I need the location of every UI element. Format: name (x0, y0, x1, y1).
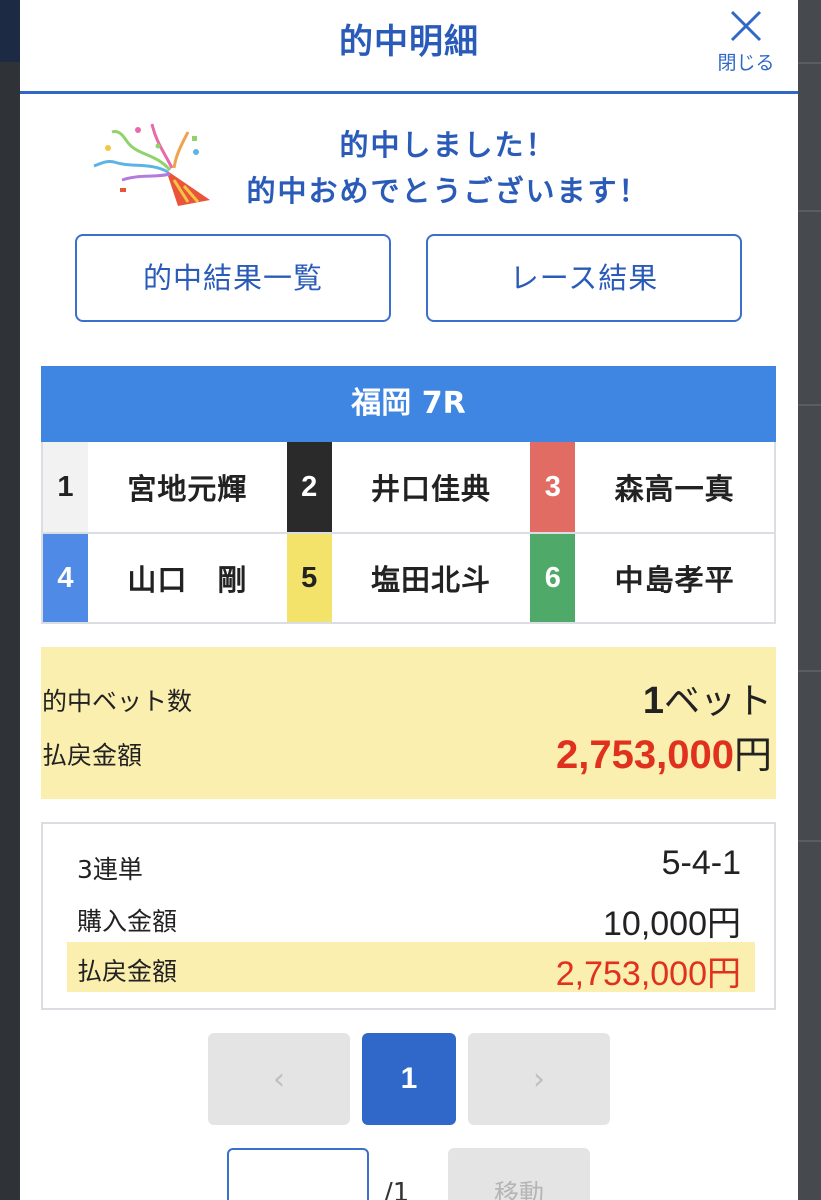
racer-number: 3 (530, 442, 576, 532)
bet-type-row: 3連単 5-4-1 (67, 840, 755, 890)
bet-payout-value: 2,753,000円 (555, 955, 741, 993)
page-total: /1 (384, 1178, 410, 1200)
modal-header: 的中明細 閉じる (20, 0, 798, 94)
bet-payout-label: 払戻金額 (77, 957, 178, 986)
race-title: 福岡 7R (41, 366, 776, 442)
racer-number: 5 (286, 534, 332, 622)
backdrop-left (0, 0, 20, 1200)
payout-total-amount: 2,753,000 (556, 733, 734, 777)
backdrop-divider (798, 840, 821, 842)
racer-name: 井口佳典 (370, 472, 491, 506)
race-results-button[interactable]: レース結果 (426, 234, 742, 322)
current-page-button[interactable]: 1 (362, 1033, 456, 1125)
purchase-amount-value: 10,000円 (603, 905, 741, 943)
payout-total-value: 2,753,000円 (556, 724, 772, 779)
racer-name: 山口 剛 (127, 563, 248, 597)
racer-item: 6 中島孝平 (530, 532, 774, 622)
hit-bets-value: 1ベット (643, 672, 772, 724)
racer-grid: 1 宮地元輝 2 井口佳典 3 森高一真 4 山口 剛 5 塩田北斗 6 中島孝平 (41, 442, 776, 624)
racer-number: 2 (286, 442, 332, 532)
next-page-button[interactable]: › (468, 1033, 610, 1125)
move-page-button[interactable]: 移動 (448, 1148, 590, 1200)
racer-item: 5 塩田北斗 (286, 532, 531, 622)
backdrop-divider (798, 670, 821, 672)
racer-number: 6 (530, 534, 576, 622)
prev-page-button[interactable]: ‹ (208, 1033, 350, 1125)
backdrop-navbar (0, 0, 20, 62)
racer-name: 森高一真 (614, 472, 735, 506)
close-button[interactable]: 閉じる (704, 2, 788, 78)
modal-title: 的中明細 (339, 22, 479, 62)
racer-item: 1 宮地元輝 (43, 442, 287, 532)
purchase-amount-label: 購入金額 (77, 907, 178, 936)
racer-name: 中島孝平 (614, 563, 735, 597)
hit-bets-label: 的中ベット数 (42, 687, 193, 716)
racer-item: 3 森高一真 (530, 442, 774, 532)
congrats-message: 的中しました！ (339, 128, 557, 162)
payout-total-label: 払戻金額 (42, 741, 143, 770)
racer-name: 宮地元輝 (127, 472, 248, 506)
backdrop-right (798, 0, 821, 1200)
congrats-subtitle: 的中おめでとうございます！ (246, 174, 650, 208)
payout-total-unit: 円 (733, 733, 772, 777)
backdrop-divider (798, 62, 821, 64)
bet-type-label: 3連単 (77, 855, 143, 884)
bet-detail-box: 3連単 5-4-1 購入金額 10,000円 払戻金額 2,753,000円 (41, 822, 776, 1010)
hit-bets-unit: ベット (663, 681, 772, 722)
hit-detail-modal: 的中明細 閉じる 的中しました！ 的中おめでとうございます！ 的中結果一覧 レー… (20, 0, 798, 1200)
racer-number: 4 (43, 534, 88, 622)
racer-item: 2 井口佳典 (286, 442, 531, 532)
page-number-input[interactable] (227, 1148, 369, 1200)
purchase-amount-row: 購入金額 10,000円 (67, 892, 755, 943)
bet-combination: 5-4-1 (661, 844, 741, 882)
backdrop-divider (798, 404, 821, 406)
close-icon (730, 10, 762, 42)
close-label: 閉じる (717, 52, 775, 74)
backdrop-divider (798, 210, 821, 212)
racer-item: 4 山口 剛 (43, 532, 287, 622)
hit-bets-count: 1 (642, 680, 664, 722)
bet-payout-row: 払戻金額 2,753,000円 (67, 942, 755, 993)
hit-results-list-button[interactable]: 的中結果一覧 (75, 234, 391, 322)
racer-number: 1 (43, 442, 88, 532)
racer-name: 塩田北斗 (370, 563, 491, 597)
